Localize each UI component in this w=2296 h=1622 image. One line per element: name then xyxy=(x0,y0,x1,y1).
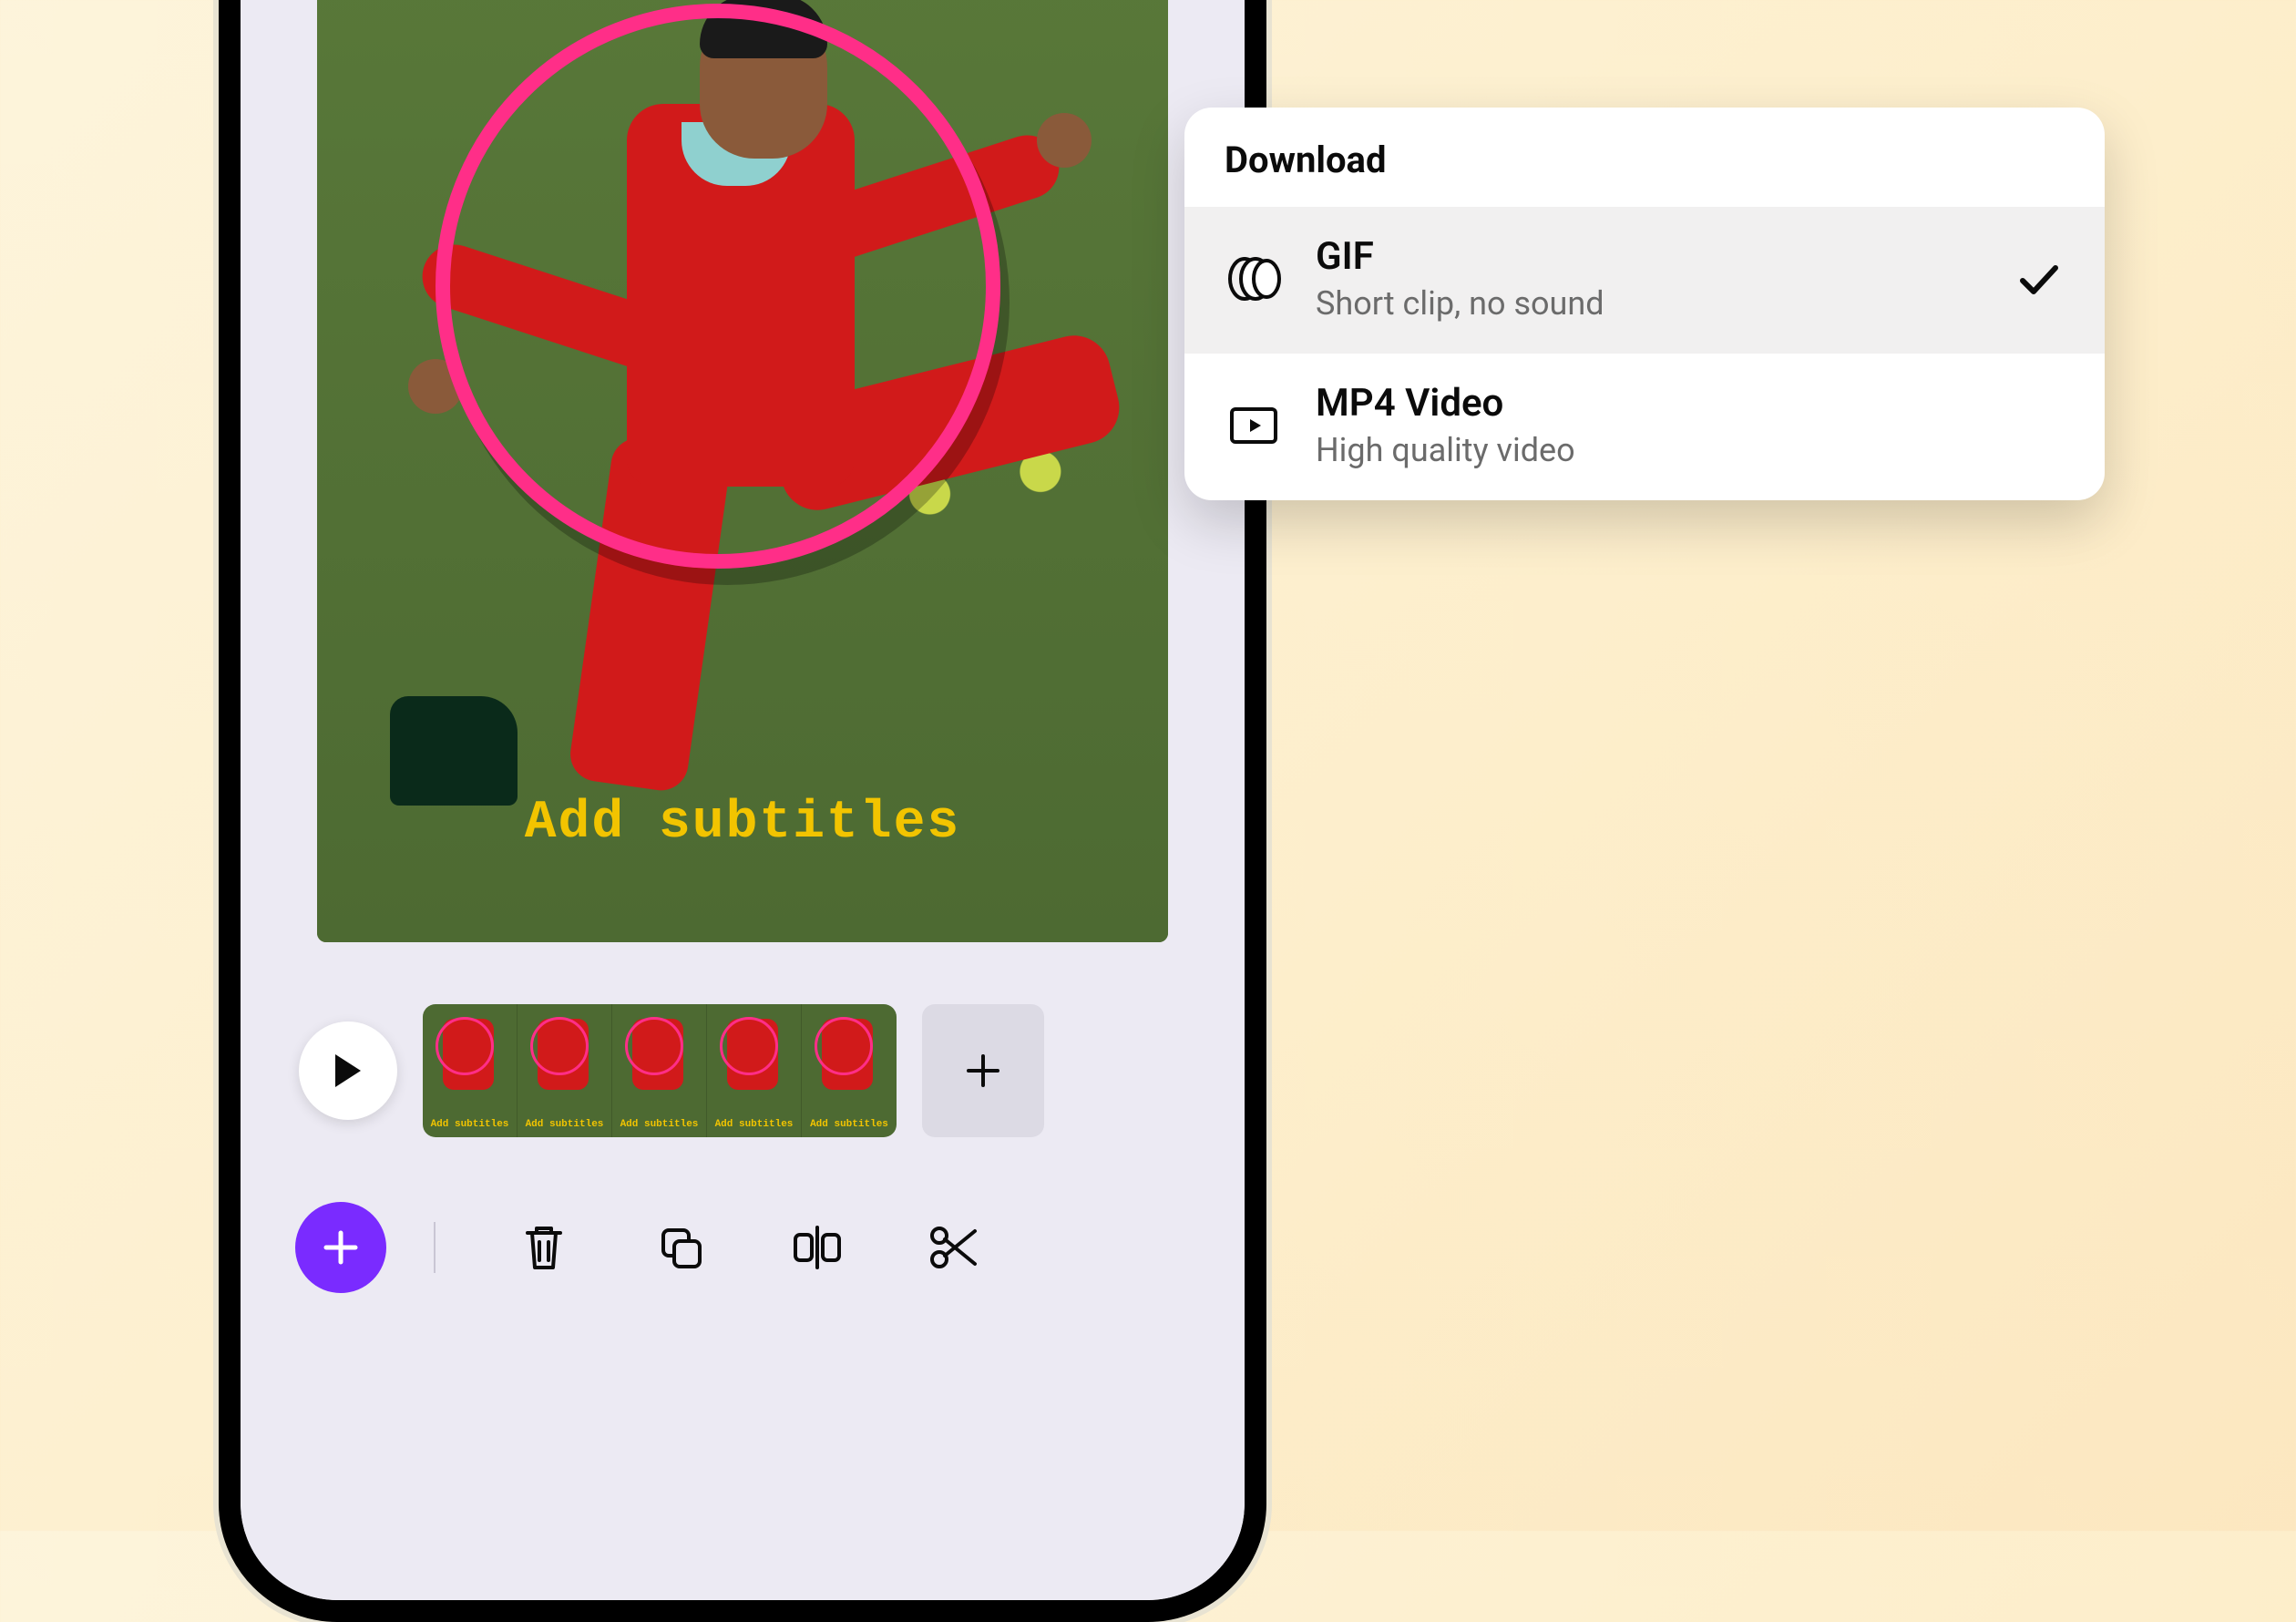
plus-icon xyxy=(963,1051,1003,1091)
option-text: MP4 Video High quality video xyxy=(1316,381,2065,469)
plus-icon xyxy=(320,1227,362,1268)
toolbar-separator xyxy=(434,1222,436,1273)
play-icon xyxy=(332,1052,364,1089)
split-icon xyxy=(790,1224,845,1271)
clip-strip[interactable]: Add subtitles Add subtitles Add subtitle… xyxy=(423,1004,897,1137)
timeline-frame[interactable]: Add subtitles xyxy=(802,1004,897,1137)
option-title: MP4 Video xyxy=(1316,381,2065,426)
frame-caption: Add subtitles xyxy=(707,1119,801,1130)
download-popover: Download GIF Short clip, no sound xyxy=(1184,108,2105,500)
delete-button[interactable] xyxy=(476,1202,612,1293)
gif-icon xyxy=(1225,250,1283,308)
duplicate-button[interactable] xyxy=(612,1202,749,1293)
phone-frame: Add subtitles Add subtitles Add subtitle… xyxy=(219,0,1266,1622)
frame-caption: Add subtitles xyxy=(612,1119,706,1130)
add-button[interactable] xyxy=(295,1202,386,1293)
play-button[interactable] xyxy=(299,1021,397,1120)
add-clip-button[interactable] xyxy=(922,1004,1044,1137)
phone-screen: Add subtitles Add subtitles Add subtitle… xyxy=(241,0,1245,1600)
selected-check xyxy=(2014,253,2065,304)
popover-title: Download xyxy=(1184,108,2105,207)
trash-icon xyxy=(520,1222,568,1273)
download-option-gif[interactable]: GIF Short clip, no sound xyxy=(1184,207,2105,354)
option-text: GIF Short clip, no sound xyxy=(1316,234,1981,323)
frame-caption: Add subtitles xyxy=(802,1119,897,1130)
copy-icon xyxy=(656,1223,705,1272)
subtitle-overlay[interactable]: Add subtitles xyxy=(317,794,1168,853)
canvas-hoop xyxy=(436,4,1000,569)
editor-toolbar xyxy=(295,1197,1190,1298)
video-icon xyxy=(1225,396,1283,455)
cut-button[interactable] xyxy=(886,1202,1022,1293)
scissors-icon xyxy=(928,1224,980,1271)
video-canvas[interactable]: Add subtitles xyxy=(317,0,1168,942)
option-subtitle: High quality video xyxy=(1316,431,2065,469)
split-button[interactable] xyxy=(749,1202,886,1293)
timeline-frame[interactable]: Add subtitles xyxy=(612,1004,707,1137)
download-option-mp4[interactable]: MP4 Video High quality video xyxy=(1184,354,2105,500)
frame-caption: Add subtitles xyxy=(518,1119,611,1130)
option-title: GIF xyxy=(1316,234,1981,279)
frame-caption: Add subtitles xyxy=(423,1119,517,1130)
timeline-frame[interactable]: Add subtitles xyxy=(707,1004,802,1137)
check-icon xyxy=(2017,261,2061,297)
timeline-frame[interactable]: Add subtitles xyxy=(518,1004,612,1137)
timeline: Add subtitles Add subtitles Add subtitle… xyxy=(299,1002,1186,1139)
timeline-frame[interactable]: Add subtitles xyxy=(423,1004,518,1137)
option-subtitle: Short clip, no sound xyxy=(1316,284,1981,323)
